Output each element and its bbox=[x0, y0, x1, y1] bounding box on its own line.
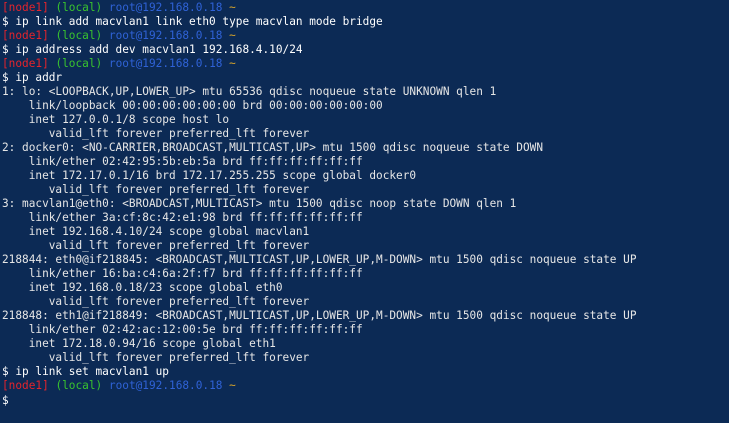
output-text: link/loopback 00:00:00:00:00:00 brd 00:0… bbox=[2, 99, 383, 112]
output-text: inet 172.18.0.94/16 scope global eth1 bbox=[2, 337, 276, 350]
output-line: valid_lft forever preferred_lft forever bbox=[2, 239, 729, 253]
output-text: 218844: eth0@if218845: <BROADCAST,MULTIC… bbox=[2, 253, 637, 266]
prompt-cwd: ~ bbox=[229, 57, 236, 70]
prompt-user-host: root@192.168.0.18 bbox=[108, 29, 223, 42]
terminal-window[interactable]: [node1] (local) root@192.168.0.18 ~ $ ip … bbox=[0, 0, 729, 423]
output-text: link/ether 3a:cf:8c:42:e1:98 brd ff:ff:f… bbox=[2, 211, 363, 224]
prompt-node-label: [node1] bbox=[2, 1, 49, 14]
output-text: 1: lo: <LOOPBACK,UP,LOWER_UP> mtu 65536 … bbox=[2, 85, 497, 98]
output-text: valid_lft forever preferred_lft forever bbox=[2, 295, 310, 308]
output-line: valid_lft forever preferred_lft forever bbox=[2, 127, 729, 141]
output-text: inet 127.0.0.1/8 scope host lo bbox=[2, 113, 230, 126]
command-line: $ ip address add dev macvlan1 192.168.4.… bbox=[2, 43, 729, 57]
command-line: $ ip addr bbox=[2, 71, 729, 85]
output-text: 3: macvlan1@eth0: <BROADCAST,MULTICAST> … bbox=[2, 197, 517, 210]
output-line: inet 127.0.0.1/8 scope host lo bbox=[2, 113, 729, 127]
output-line: link/ether 3a:cf:8c:42:e1:98 brd ff:ff:f… bbox=[2, 211, 729, 225]
output-line: 218844: eth0@if218845: <BROADCAST,MULTIC… bbox=[2, 253, 729, 267]
prompt-cwd: ~ bbox=[229, 379, 236, 392]
prompt-user-host: root@192.168.0.18 bbox=[108, 57, 223, 70]
output-line: 218848: eth1@if218849: <BROADCAST,MULTIC… bbox=[2, 309, 729, 323]
prompt-local-label: (local) bbox=[55, 29, 103, 42]
command-text: $ ip link set macvlan1 up bbox=[2, 365, 169, 378]
output-line: inet 172.18.0.94/16 scope global eth1 bbox=[2, 337, 729, 351]
command-text: $ ip address add dev macvlan1 192.168.4.… bbox=[2, 43, 303, 56]
output-text: link/ether 02:42:ac:12:00:5e brd ff:ff:f… bbox=[2, 323, 363, 336]
output-line: valid_lft forever preferred_lft forever bbox=[2, 183, 729, 197]
prompt-user-host: root@192.168.0.18 bbox=[108, 379, 223, 392]
prompt-user-host: root@192.168.0.18 bbox=[108, 1, 223, 14]
output-text: inet 172.17.0.1/16 brd 172.17.255.255 sc… bbox=[2, 169, 417, 182]
prompt-line: [node1] (local) root@192.168.0.18 ~ bbox=[2, 57, 729, 71]
output-line: link/loopback 00:00:00:00:00:00 brd 00:0… bbox=[2, 99, 729, 113]
prompt-node-label: [node1] bbox=[2, 29, 49, 42]
prompt-local-label: (local) bbox=[55, 1, 103, 14]
prompt-cwd: ~ bbox=[229, 1, 236, 14]
command-line: $ ip link add macvlan1 link eth0 type ma… bbox=[2, 15, 729, 29]
prompt-local-label: (local) bbox=[55, 57, 103, 70]
prompt-line: [node1] (local) root@192.168.0.18 ~ bbox=[2, 1, 729, 15]
output-line: link/ether 16:ba:c4:6a:2f:f7 brd ff:ff:f… bbox=[2, 267, 729, 281]
output-text: valid_lft forever preferred_lft forever bbox=[2, 127, 310, 140]
output-text: 218848: eth1@if218849: <BROADCAST,MULTIC… bbox=[2, 309, 637, 322]
output-text: valid_lft forever preferred_lft forever bbox=[2, 239, 310, 252]
prompt-line: [node1] (local) root@192.168.0.18 ~ bbox=[2, 379, 729, 393]
output-line: valid_lft forever preferred_lft forever bbox=[2, 295, 729, 309]
command-text: $ ip link add macvlan1 link eth0 type ma… bbox=[2, 15, 383, 28]
command-line: $ ip link set macvlan1 up bbox=[2, 365, 729, 379]
prompt-cwd: ~ bbox=[229, 29, 236, 42]
input-line[interactable]: $ bbox=[2, 393, 729, 407]
output-line: 2: docker0: <NO-CARRIER,BROADCAST,MULTIC… bbox=[2, 141, 729, 155]
output-text: valid_lft forever preferred_lft forever bbox=[2, 183, 310, 196]
prompt-local-label: (local) bbox=[55, 379, 103, 392]
output-text: valid_lft forever preferred_lft forever bbox=[2, 351, 310, 364]
prompt-line: [node1] (local) root@192.168.0.18 ~ bbox=[2, 29, 729, 43]
output-text: 2: docker0: <NO-CARRIER,BROADCAST,MULTIC… bbox=[2, 141, 543, 154]
output-line: valid_lft forever preferred_lft forever bbox=[2, 351, 729, 365]
output-line: 1: lo: <LOOPBACK,UP,LOWER_UP> mtu 65536 … bbox=[2, 85, 729, 99]
output-text: link/ether 02:42:95:5b:eb:5a brd ff:ff:f… bbox=[2, 155, 363, 168]
output-line: inet 172.17.0.1/16 brd 172.17.255.255 sc… bbox=[2, 169, 729, 183]
output-line: inet 192.168.4.10/24 scope global macvla… bbox=[2, 225, 729, 239]
command-text: $ ip addr bbox=[2, 71, 63, 84]
output-line: link/ether 02:42:95:5b:eb:5a brd ff:ff:f… bbox=[2, 155, 729, 169]
output-text: inet 192.168.4.10/24 scope global macvla… bbox=[2, 225, 310, 238]
terminal-cursor bbox=[15, 393, 22, 406]
output-line: inet 192.168.0.18/23 scope global eth0 bbox=[2, 281, 729, 295]
output-line: 3: macvlan1@eth0: <BROADCAST,MULTICAST> … bbox=[2, 197, 729, 211]
output-text: link/ether 16:ba:c4:6a:2f:f7 brd ff:ff:f… bbox=[2, 267, 363, 280]
terminal-output: [node1] (local) root@192.168.0.18 ~ $ ip … bbox=[2, 1, 729, 407]
output-text: inet 192.168.0.18/23 scope global eth0 bbox=[2, 281, 283, 294]
output-line: link/ether 02:42:ac:12:00:5e brd ff:ff:f… bbox=[2, 323, 729, 337]
prompt-node-label: [node1] bbox=[2, 379, 49, 392]
prompt-node-label: [node1] bbox=[2, 57, 49, 70]
shell-prompt-input[interactable]: $ bbox=[2, 394, 15, 407]
